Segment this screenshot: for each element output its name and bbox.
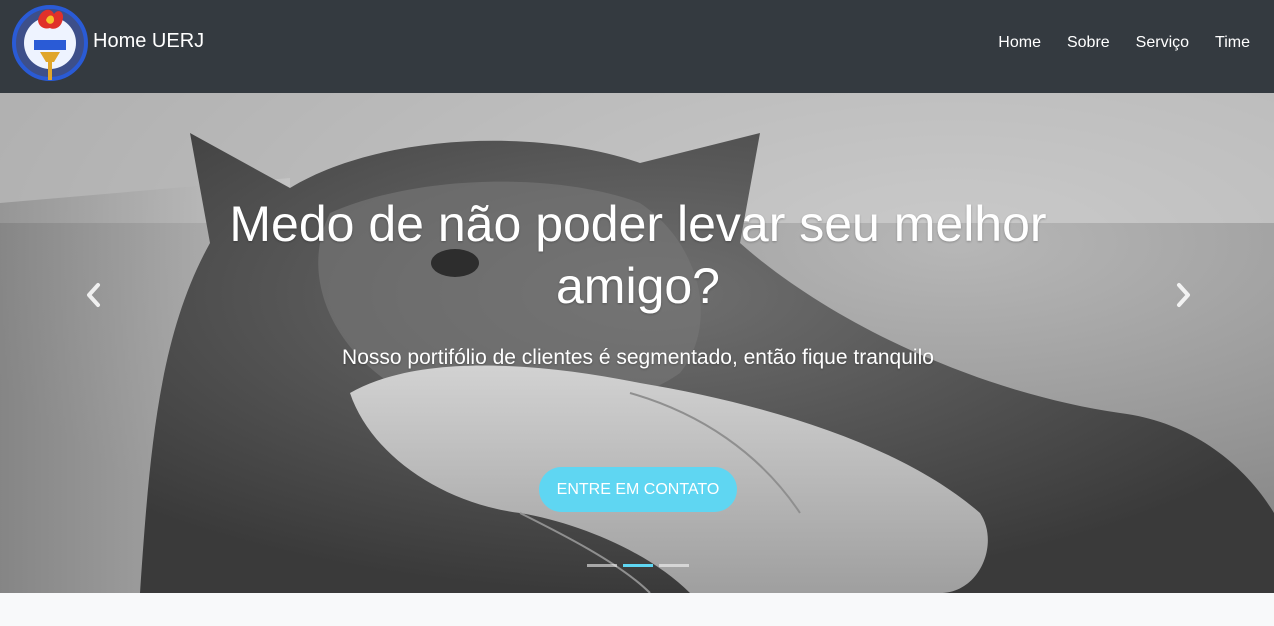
carousel-prev-button[interactable] [82,281,106,309]
page-section-below [0,593,1274,626]
hero-carousel: Medo de não poder levar seu melhor amigo… [0,93,1274,593]
hero-background-image [0,93,1274,593]
uerj-logo[interactable] [10,0,90,86]
nav-item-servico[interactable]: Serviço [1123,33,1202,53]
carousel-indicator-2[interactable] [623,564,653,567]
nav-item-time[interactable]: Time [1202,33,1250,53]
carousel-next-button[interactable] [1171,281,1195,309]
carousel-indicators [587,564,689,567]
carousel-indicator-3[interactable] [659,564,689,567]
chevron-right-icon [1177,283,1190,307]
brand-link[interactable]: Home UERJ [93,30,204,53]
carousel-indicator-1[interactable] [587,564,617,567]
navbar: Home UERJ Home Sobre Serviço Time [0,0,1274,93]
nav-item-home[interactable]: Home [985,33,1054,53]
contact-button[interactable]: ENTRE EM CONTATO [539,467,737,512]
chevron-left-icon [87,283,100,307]
hero-headline: Medo de não poder levar seu melhor amigo… [229,196,1047,314]
hero-subheadline: Nosso portifólio de clientes é segmentad… [342,346,934,369]
nav-item-sobre[interactable]: Sobre [1054,33,1123,53]
main-nav: Home Sobre Serviço Time [985,33,1250,53]
